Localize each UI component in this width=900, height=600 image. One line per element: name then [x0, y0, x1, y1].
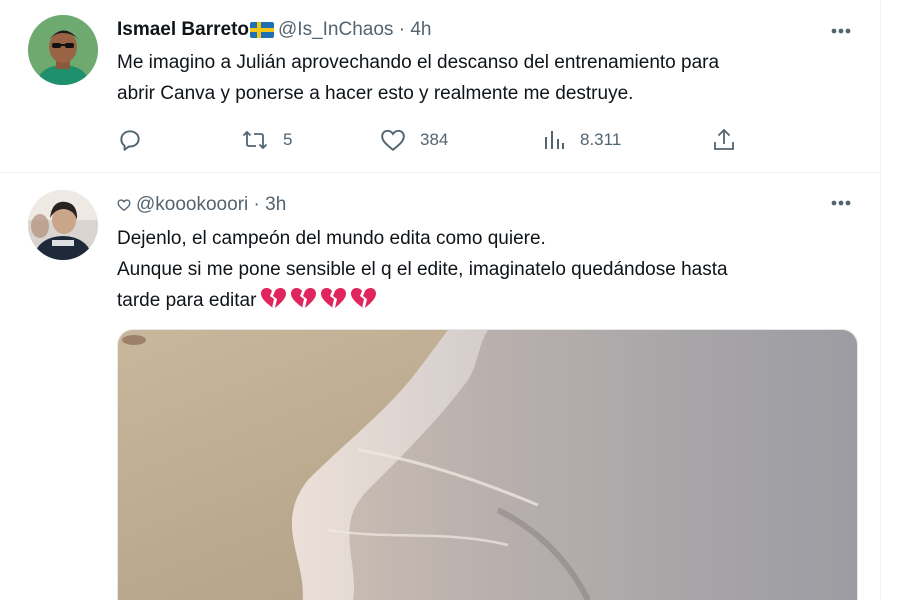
- share-button[interactable]: [712, 126, 736, 154]
- tweet-text-line: Dejenlo, el campeón del mundo edita como…: [117, 228, 546, 249]
- broken-heart-emojis: [260, 286, 378, 320]
- broken-heart-icon: [261, 288, 377, 308]
- tweet-text: Dejenlo, el campeón del mundo edita como…: [117, 223, 857, 320]
- avatar-koookooori[interactable]: [28, 190, 98, 260]
- retweet-count: 5: [283, 130, 293, 149]
- views-chart-icon: [545, 131, 564, 149]
- more-options-icon[interactable]: [830, 199, 852, 207]
- tweet-text-line-last: tarde para editar: [117, 285, 857, 320]
- beach-photo: [118, 330, 857, 600]
- column-border: [880, 0, 881, 600]
- outline-heart-icon: [117, 195, 131, 219]
- share-upload-icon: [714, 128, 734, 150]
- retweet-icon: [242, 130, 268, 150]
- like-button[interactable]: 384: [380, 126, 448, 154]
- like-count: 384: [420, 130, 449, 149]
- separator: ·: [253, 194, 260, 215]
- more-options-icon[interactable]: [830, 27, 852, 35]
- tweet-media-image[interactable]: [117, 329, 858, 600]
- timeline: Ismael Barreto @Is_InChaos · 4h Me imagin…: [0, 0, 900, 600]
- tweet-header: Ismael Barreto @Is_InChaos · 4h: [117, 18, 431, 45]
- reply-button[interactable]: [117, 126, 143, 154]
- view-count: 8.311: [580, 130, 622, 149]
- avatar-image: [28, 190, 98, 260]
- timestamp[interactable]: 3h: [265, 194, 286, 215]
- tweet-text-line: tarde para editar: [117, 290, 257, 311]
- tweet-text: Me imagino a Julián aprovechando el desc…: [117, 47, 857, 109]
- action-bar: 5 384 8.311: [117, 126, 757, 154]
- display-name[interactable]: Ismael Barreto: [117, 19, 249, 40]
- tweet-text-line: abrir Canva y ponerse a hacer esto y rea…: [117, 83, 634, 104]
- retweet-button[interactable]: 5: [241, 126, 292, 154]
- tweet-text-line: Me imagino a Julián aprovechando el desc…: [117, 52, 720, 73]
- tweet-koookooori[interactable]: @koookooori · 3h Dejenlo, el campeón del…: [0, 172, 880, 600]
- sweden-flag-icon: [250, 21, 275, 45]
- timestamp[interactable]: 4h: [410, 19, 431, 40]
- separator: ·: [398, 19, 406, 40]
- handle[interactable]: @koookooori: [136, 194, 248, 215]
- tweet-text-line: Aunque si me pone sensible el q el edite…: [117, 259, 728, 280]
- tweet-header: @koookooori · 3h: [117, 193, 286, 219]
- reply-icon: [120, 130, 140, 151]
- views-button[interactable]: 8.311: [542, 126, 621, 154]
- handle[interactable]: @Is_InChaos: [278, 19, 393, 40]
- avatar-ismael-barreto[interactable]: [28, 15, 98, 85]
- like-heart-icon: [381, 129, 405, 151]
- avatar-image: [28, 15, 98, 85]
- tweet-ismael-barreto[interactable]: Ismael Barreto @Is_InChaos · 4h Me imagin…: [0, 0, 880, 172]
